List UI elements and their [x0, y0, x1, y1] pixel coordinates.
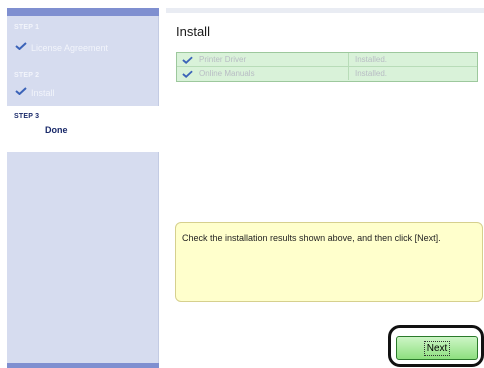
table-row: Online Manuals Installed. — [177, 67, 477, 81]
step-1-label: STEP 1 — [14, 24, 40, 31]
column-divider — [348, 67, 349, 80]
step-sidebar: STEP 1 License Agreement STEP 2 Install … — [7, 8, 159, 368]
step-3-label: STEP 3 — [14, 113, 40, 120]
next-button[interactable]: Next — [396, 336, 478, 360]
instruction-message-box: Check the installation results shown abo… — [175, 222, 483, 302]
component-status: Installed. — [355, 55, 388, 64]
checkmark-icon — [182, 70, 193, 78]
step-2-label: STEP 2 — [14, 72, 40, 79]
component-name: Online Manuals — [199, 69, 255, 78]
next-button-label: Next — [423, 340, 451, 356]
component-status: Installed. — [355, 69, 388, 78]
checkmark-icon — [15, 42, 27, 50]
step-1-title: License Agreement — [31, 43, 109, 53]
step-1: STEP 1 License Agreement — [7, 18, 159, 62]
sidebar-top-bar — [7, 8, 159, 16]
instruction-message: Check the installation results shown abo… — [182, 233, 441, 243]
checkmark-icon — [15, 87, 27, 95]
step-3: STEP 3 Done — [7, 106, 159, 152]
column-divider — [348, 53, 349, 66]
step-3-title: Done — [45, 125, 68, 135]
checkmark-icon — [182, 56, 193, 64]
main-top-bar — [166, 8, 484, 13]
sidebar-bottom-bar — [7, 363, 159, 368]
page-title: Install — [176, 24, 210, 39]
install-results-table: Printer Driver Installed. Online Manuals… — [176, 52, 478, 82]
step-2: STEP 2 Install — [7, 66, 159, 106]
component-name: Printer Driver — [199, 55, 247, 64]
table-row: Printer Driver Installed. — [177, 53, 477, 67]
step-2-title: Install — [31, 88, 55, 98]
